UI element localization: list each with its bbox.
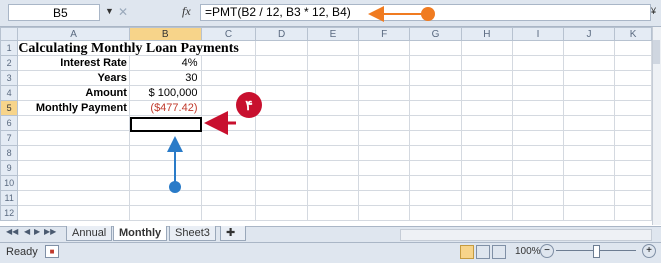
annotation-arrows [167,6,435,193]
zoom-in-button[interactable]: + [642,244,656,258]
tab-monthly[interactable]: Monthly [113,226,168,241]
last-sheet-icon[interactable]: ▶▶ [44,227,56,236]
next-sheet-icon[interactable]: ▶ [34,227,40,236]
macro-record-icon[interactable]: ■ [45,245,59,258]
formula-pointer-dot [421,7,435,21]
zoom-level[interactable]: 100% [515,246,541,257]
cell-pointer-dot [169,181,181,193]
page-break-view-icon[interactable] [492,245,506,259]
tab-sheet3[interactable]: Sheet3 [169,226,216,241]
first-sheet-icon[interactable]: ◀◀ [6,227,18,236]
status-ready: Ready [6,246,38,258]
zoom-slider-thumb[interactable] [593,245,600,258]
horizontal-scrollbar[interactable] [400,229,652,241]
zoom-out-button[interactable]: − [540,244,554,258]
status-bar [0,242,661,263]
prev-sheet-icon[interactable]: ◀ [24,227,30,236]
tab-annual[interactable]: Annual [66,226,113,241]
normal-view-icon[interactable] [460,245,474,259]
insert-sheet-icon[interactable]: ✚ [220,226,246,241]
page-layout-view-icon[interactable] [476,245,490,259]
